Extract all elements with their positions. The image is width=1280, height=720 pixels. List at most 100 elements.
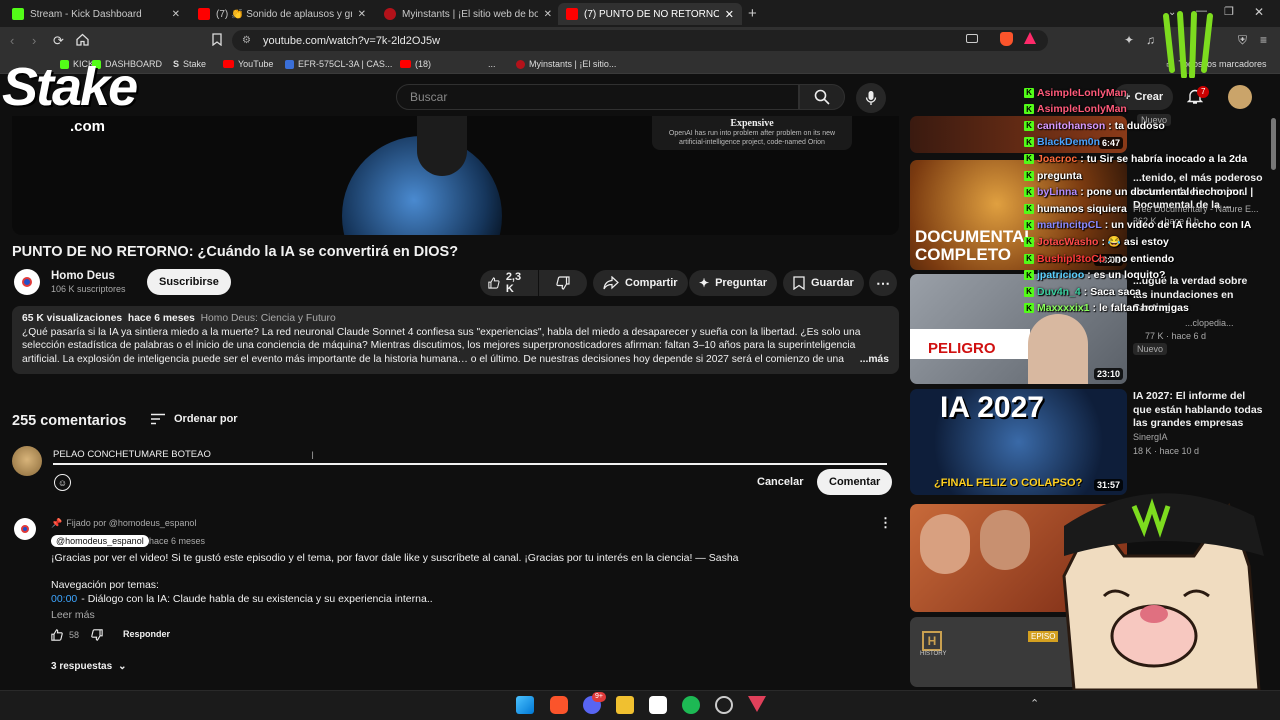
brave-taskbar-icon[interactable] — [550, 696, 568, 714]
brave-rewards-icon[interactable] — [1024, 32, 1036, 44]
comment-like-button[interactable]: 58 — [51, 629, 79, 641]
like-count: 2,3 K — [505, 271, 522, 295]
dislike-button[interactable] — [539, 270, 587, 296]
bookmark-18[interactable]: (18) — [400, 57, 431, 71]
replies-toggle[interactable]: 3 respuestas ⌄ — [51, 661, 127, 672]
comment-author[interactable]: @homodeus_espanol — [51, 535, 149, 547]
file-explorer-icon[interactable] — [616, 696, 634, 714]
shield-icon[interactable]: ⛨ — [1238, 33, 1247, 48]
extensions-icon[interactable]: ✦ — [1124, 33, 1134, 47]
menu-icon[interactable]: ≡ — [1260, 33, 1267, 47]
bookmark-star-icon[interactable] — [212, 33, 222, 46]
more-actions-button[interactable]: ⋯ — [869, 270, 897, 296]
kick-badge-icon: K — [1024, 236, 1034, 247]
recommended-channel[interactable]: Free Documentary - Nature E... — [1133, 203, 1259, 215]
tab-myinstants[interactable]: Myinstants | ¡El sitio web de botones ✕ — [376, 3, 560, 25]
forward-icon[interactable]: › — [32, 33, 36, 48]
sort-button[interactable]: Ordenar por — [150, 413, 238, 425]
reload-icon[interactable]: ⟳ — [53, 33, 64, 49]
bookmark-youtube[interactable]: YouTube — [223, 57, 273, 71]
avatar[interactable] — [1228, 85, 1252, 109]
thumbnail-text: HISTORY — [920, 651, 947, 657]
ask-button[interactable]: ✦ Preguntar — [689, 270, 778, 296]
comment-menu-icon[interactable]: ⋮ — [879, 515, 892, 531]
recommended-channel[interactable]: ...clopedia... — [1185, 317, 1234, 329]
chat-text: : ta dudoso — [1108, 119, 1165, 132]
music-icon[interactable]: ♫ — [1146, 33, 1155, 47]
cancel-comment-button[interactable]: Cancelar — [745, 469, 815, 495]
search-button[interactable] — [799, 84, 845, 110]
bookmark-myinstants[interactable]: Myinstants | ¡El sitio... — [516, 57, 616, 71]
more-icon: ⋯ — [876, 274, 890, 291]
tab-aplausos[interactable]: (7) 👏 Sonido de aplausos y gritos de ✕ — [190, 3, 374, 25]
recommended-thumbnail[interactable]: IA 2027 ¿FINAL FELIZ O COLAPSO? 31:57 — [910, 389, 1127, 495]
description-more-link[interactable]: ...más — [856, 352, 889, 367]
home-icon[interactable] — [76, 33, 89, 46]
reply-button[interactable]: Responder — [123, 629, 170, 639]
description-line: artificial. La explosión de inteligencia… — [22, 353, 844, 365]
app-triangle-icon[interactable] — [748, 696, 766, 712]
new-tab-button[interactable]: + — [748, 5, 757, 22]
kick-badge-icon: K — [1024, 153, 1034, 164]
chat-username: Joacroc — [1037, 152, 1078, 165]
voice-search-button[interactable] — [856, 83, 886, 113]
description-box[interactable]: 65 K visualizaciones hace 6 meses Homo D… — [12, 306, 899, 374]
read-more-link[interactable]: Leer más — [51, 609, 95, 621]
comment-dislike-button[interactable] — [91, 629, 103, 641]
comment-date[interactable]: hace 6 meses — [149, 536, 205, 546]
share-button[interactable]: Compartir — [593, 270, 688, 296]
scrollbar[interactable] — [1271, 118, 1276, 170]
share-icon — [603, 276, 619, 290]
tab-punto-de-no-retorno[interactable]: (7) PUNTO DE NO RETORNO: ¿C ✕ — [558, 3, 742, 25]
bookmark-ellipsis[interactable]: ... — [488, 57, 496, 71]
brave-shield-icon[interactable] — [1000, 32, 1013, 46]
recommended-title[interactable]: IA 2027: El informe del que están hablan… — [1133, 390, 1263, 431]
sort-icon — [151, 413, 165, 425]
description-line: ¿Qué pasaría si la IA ya sintiera miedo … — [22, 326, 861, 338]
close-icon[interactable]: ✕ — [172, 9, 180, 20]
maximize-button[interactable]: ❐ — [1224, 5, 1234, 18]
close-window-button[interactable]: ✕ — [1254, 5, 1264, 19]
windows-start-icon[interactable] — [516, 696, 534, 714]
chat-message: K BlackDem0n — [1024, 135, 1103, 150]
spotify-icon[interactable] — [682, 696, 700, 714]
chat-message: Kjpatricioo: es un loquito? — [1024, 268, 1165, 283]
recommended-channel[interactable]: SinergIA — [1133, 431, 1168, 443]
description-tag[interactable]: Homo Deus: Ciencia y Futuro — [201, 313, 336, 324]
chat-username: AsimpleLonlyMan — [1037, 86, 1127, 99]
casio-icon — [285, 59, 294, 69]
chat-text: : Saca saca — [1083, 285, 1141, 298]
bookmark-stake[interactable]: S Stake — [173, 57, 206, 71]
close-icon[interactable]: ✕ — [544, 9, 552, 20]
comment-input-underline[interactable] — [53, 463, 887, 465]
subscribe-button[interactable]: Suscribirse — [147, 269, 231, 295]
bookmark-casio[interactable]: EFR-575CL-3A | CAS... — [285, 57, 392, 71]
my-avatar — [12, 446, 42, 476]
close-icon[interactable]: ✕ — [358, 9, 366, 20]
chat-text: : 😂 asi estoy — [1101, 236, 1169, 249]
obs-icon[interactable] — [649, 696, 667, 714]
channel-avatar[interactable] — [14, 269, 40, 295]
timestamp-link[interactable]: 00:00 — [51, 593, 77, 605]
comment-author-avatar[interactable] — [14, 518, 36, 540]
submit-comment-button[interactable]: Comentar — [817, 469, 893, 495]
youtube-icon — [198, 8, 210, 20]
chevron-up-icon[interactable]: ⌃ — [1030, 697, 1039, 710]
kick-badge-icon: K — [1024, 253, 1034, 264]
video-player[interactable]: Expensive OpenAI has run into problem af… — [12, 116, 899, 235]
chat-message: K Joacroc: tu Sir se habría inocado a la … — [1024, 151, 1247, 166]
close-icon[interactable]: ✕ — [725, 8, 734, 21]
back-icon[interactable]: ‹ — [10, 33, 14, 48]
site-info-icon[interactable]: ⚙ — [242, 35, 251, 46]
kick-badge-icon: K — [1024, 286, 1034, 297]
steam-icon[interactable] — [715, 696, 733, 714]
tab-kick-dashboard[interactable]: Stream - Kick Dashboard ✕ — [4, 3, 188, 25]
emoji-icon[interactable]: ☺ — [54, 474, 71, 491]
cast-icon[interactable] — [966, 34, 978, 43]
like-button[interactable]: 2,3 K — [480, 270, 538, 296]
save-button[interactable]: Guardar — [783, 270, 864, 296]
stake-logo: Stake — [2, 57, 138, 117]
search-input[interactable]: Buscar — [396, 84, 799, 110]
search-icon — [814, 89, 830, 105]
channel-name[interactable]: Homo Deus — [51, 270, 115, 282]
